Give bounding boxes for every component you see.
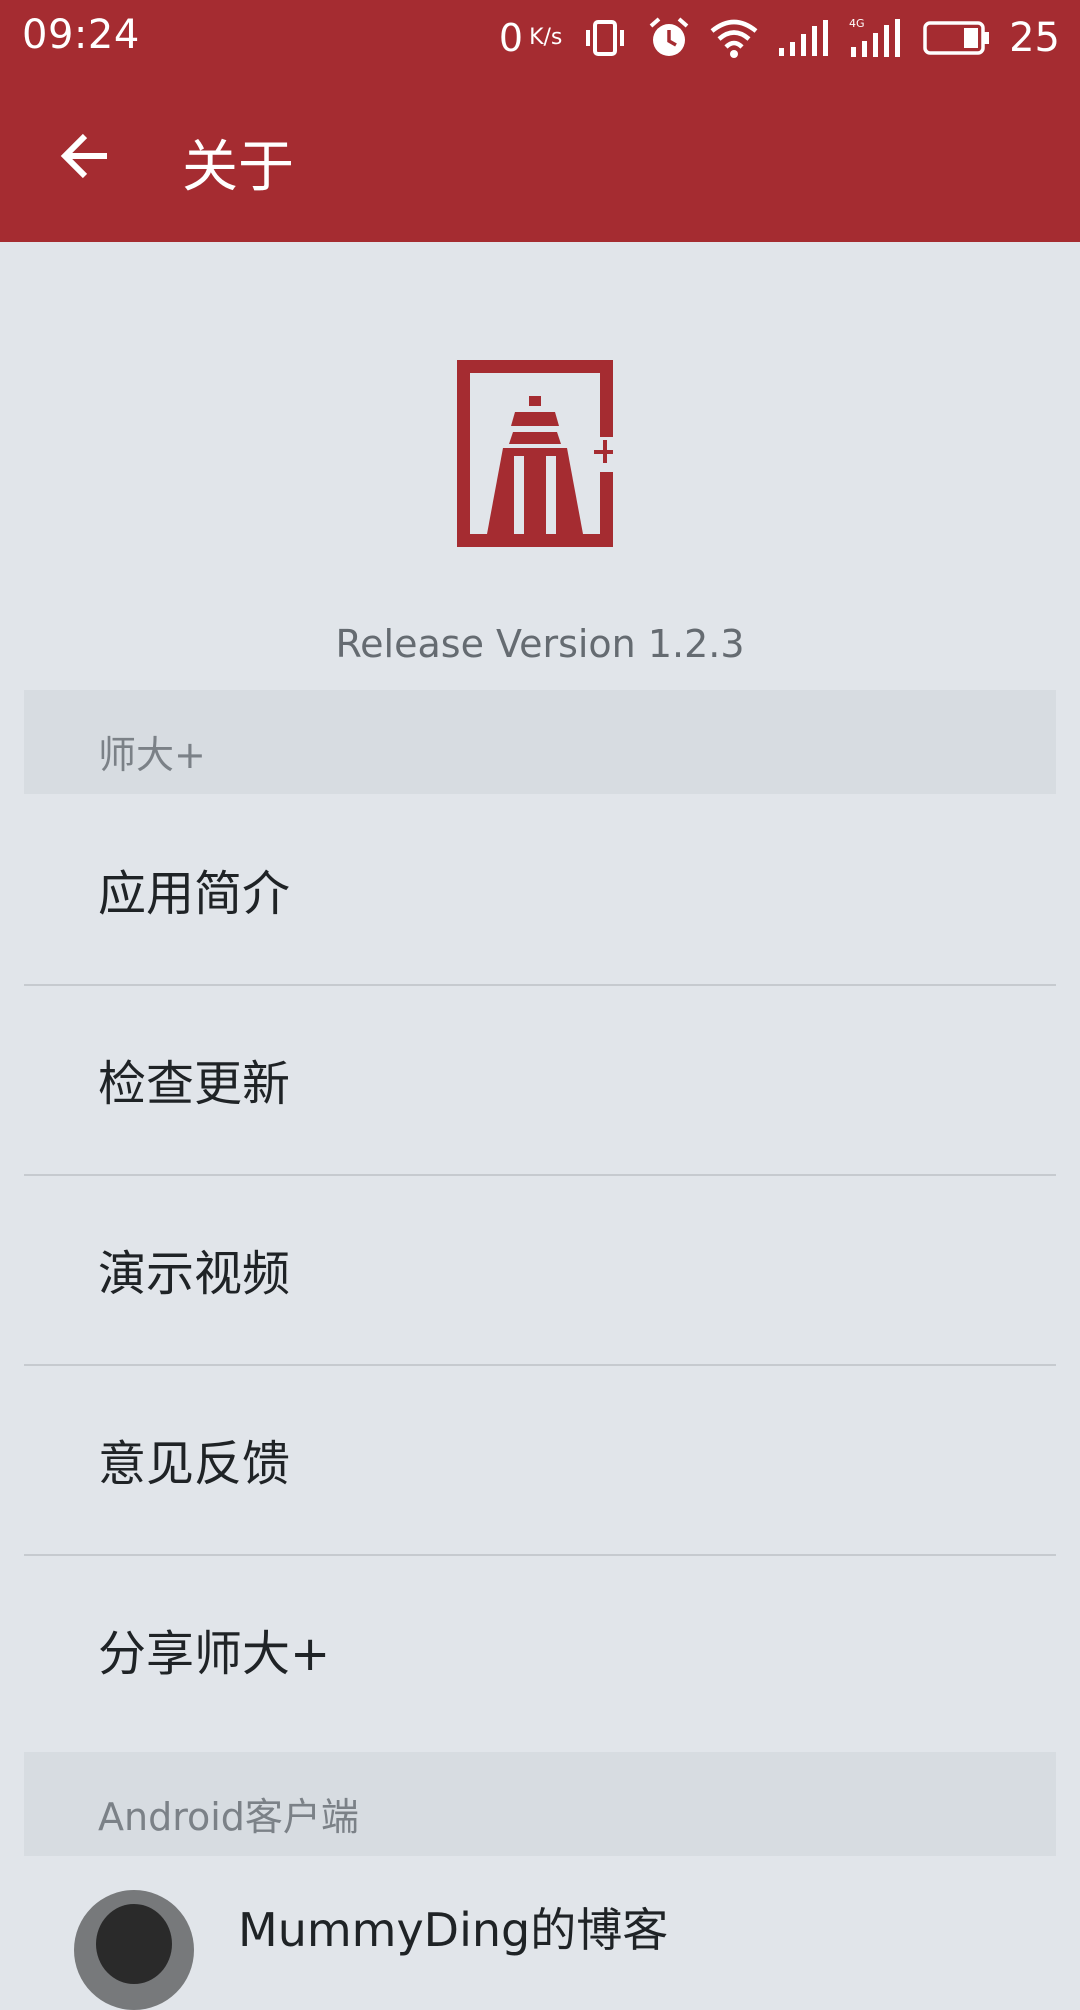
menu-item-check-update[interactable]: 检查更新 [24,986,1056,1176]
vibrate-icon [586,20,625,56]
menu-item-share-label: 分享师大+ [98,1626,331,1682]
status-bar: 09:24 0 K/s 4G 25 [0,0,1080,76]
status-icons: 0 K/s 4G 25 [499,10,1060,66]
network-speed-value: 0 [498,16,524,60]
alarm-icon [649,17,689,56]
arrow-left-icon [60,133,107,179]
avatar [74,1890,194,2010]
avatar-image [96,1904,172,1984]
app-logo [457,360,613,547]
signal-4g-icon: 4G [849,17,901,57]
battery-level: 25 [1009,15,1060,61]
menu-item-demo-video[interactable]: 演示视频 [24,1176,1056,1366]
section-header-main-label: 师大+ [98,733,206,777]
menu-item-feedback-label: 意见反馈 [98,1436,291,1492]
menu-item-intro[interactable]: 应用简介 [24,796,1056,986]
wifi-icon [710,19,758,58]
section-header-android-label: Android客户端 [98,1795,359,1839]
signal-icon [779,20,829,56]
menu-item-check-update-label: 检查更新 [98,1056,291,1112]
menu-item-share[interactable]: 分享师大+ [24,1556,1056,1746]
section-header-android: Android客户端 [24,1752,1056,1856]
status-time: 09:24 [22,12,140,58]
blog-link-item[interactable]: MummyDing的博客 [24,1856,1056,2010]
menu-item-intro-label: 应用简介 [98,866,291,922]
back-button[interactable] [40,116,130,196]
menu-item-demo-video-label: 演示视频 [98,1246,291,1302]
page-title: 关于 [182,135,294,200]
battery-icon [923,21,990,55]
network-speed: 0 K/s [499,16,563,60]
section-header-main: 师大+ [24,690,1056,794]
blog-title: MummyDing的博客 [238,1903,669,1957]
menu-item-feedback[interactable]: 意见反馈 [24,1366,1056,1556]
app-bar: 关于 [0,76,1080,242]
svg-text:4G: 4G [849,17,865,30]
network-speed-unit: K/s [529,25,563,50]
version-label: Release Version 1.2.3 [335,622,745,666]
